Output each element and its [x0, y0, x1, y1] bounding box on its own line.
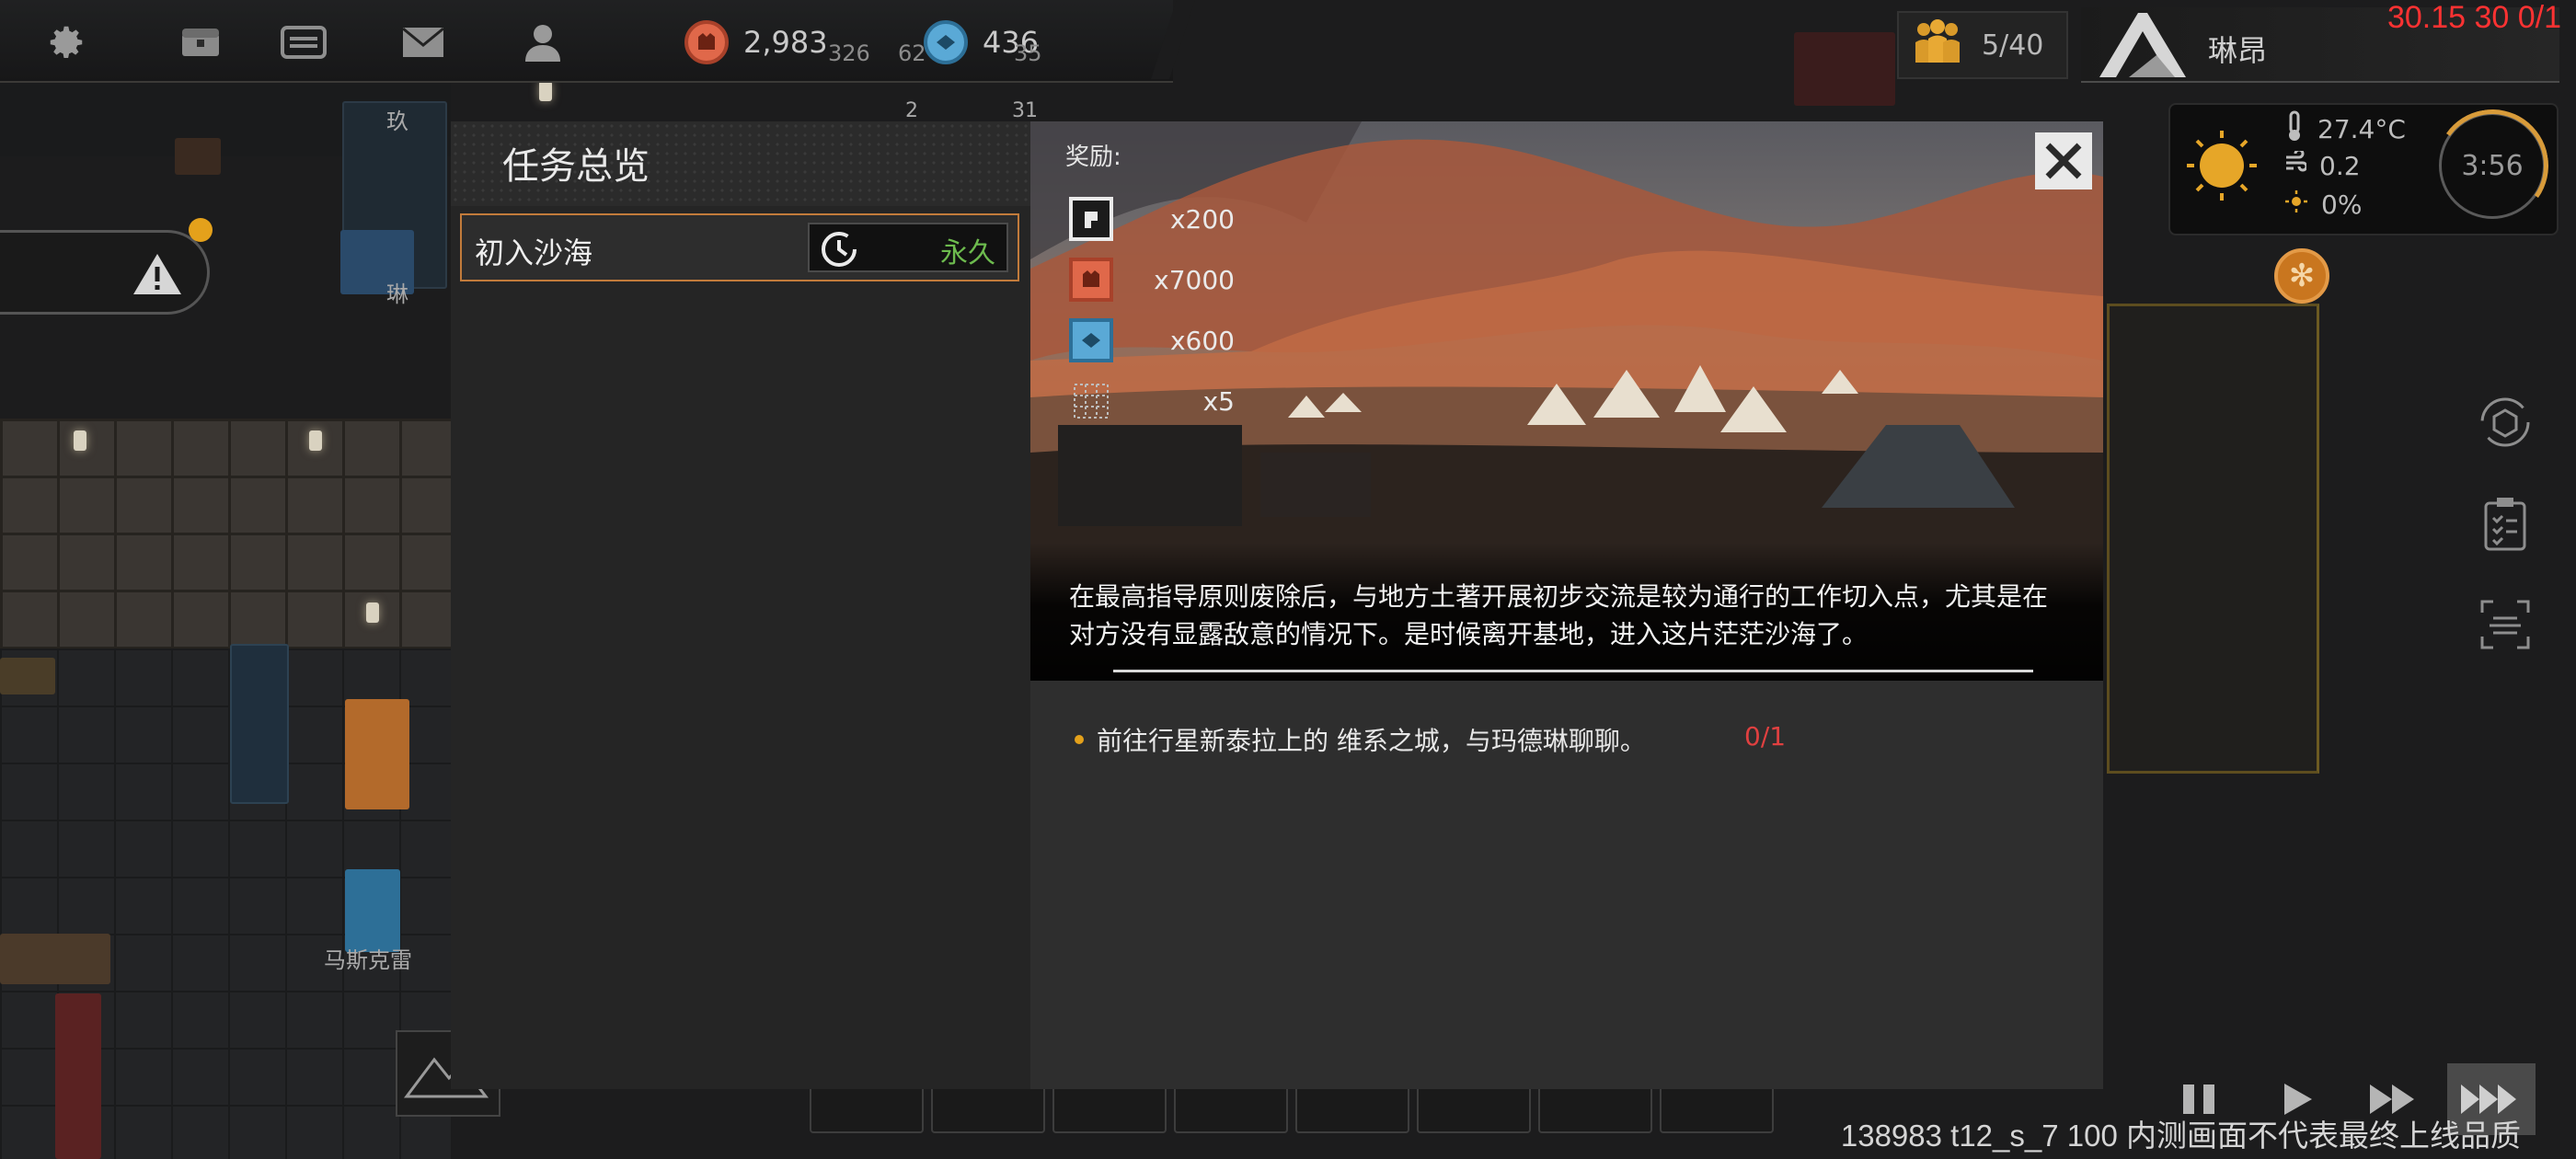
sun-icon — [2183, 127, 2260, 204]
day-clock[interactable]: 3:56 — [2439, 112, 2546, 219]
clock-time: 3:56 — [2461, 149, 2524, 182]
resource-delta: 62 — [898, 40, 926, 66]
clipboard-icon[interactable] — [2477, 495, 2534, 552]
reward-amount: x5 — [1202, 385, 1235, 417]
notification-dot — [189, 218, 213, 242]
chat-icon[interactable] — [280, 18, 328, 66]
alert-button[interactable] — [0, 218, 213, 315]
scan-icon[interactable] — [2477, 596, 2534, 653]
population-value: 5/40 — [1982, 29, 2044, 62]
blue-resource-icon — [1069, 318, 1113, 362]
quest-list-item[interactable]: 初入沙海 永久 — [460, 213, 1019, 281]
quest-dialog: 任务总览 初入沙海 永久 奖励: x200 x7000 x600 x5 在最高指… — [451, 121, 2103, 1089]
temperature-value: 27.4°C — [2317, 114, 2406, 144]
light-value: 0% — [2321, 189, 2363, 220]
wind-icon — [2284, 148, 2308, 181]
wind-value: 0.2 — [2319, 151, 2361, 181]
warning-icon — [132, 251, 183, 301]
thermometer-icon — [2284, 110, 2305, 148]
blue-resource-icon — [924, 20, 968, 64]
divider — [1113, 670, 2033, 672]
chest-icon[interactable] — [177, 18, 224, 66]
quest-timer: 永久 — [808, 223, 1008, 272]
map-room-label: 2 — [905, 99, 918, 122]
reward-amount: x600 — [1169, 325, 1235, 356]
orange-resource-counter[interactable]: 2,983 — [684, 20, 828, 64]
quest-panel-title: 任务总览 — [502, 145, 650, 188]
reward-item[interactable]: x5 — [1069, 377, 1235, 425]
debug-readout: 30.15 30 0/1 — [2386, 0, 2561, 35]
orange-resource-icon — [684, 20, 729, 64]
map-room-label: 31 — [1012, 99, 1038, 122]
mail-icon[interactable] — [399, 18, 447, 66]
snowflake-icon[interactable]: ✻ — [2274, 248, 2329, 304]
quest-duration: 永久 — [940, 237, 995, 270]
quest-objective: 前往行星新泰拉上的 维系之城，与玛德琳聊聊。 — [1075, 721, 1646, 758]
quest-list-panel: 任务总览 初入沙海 永久 — [451, 121, 1030, 1089]
quest-description-line: 对方没有显露敌意的情况下。是时候离开基地，进入这片茫茫沙海了。 — [1069, 619, 1869, 649]
orange-resource-value: 2,983 — [743, 25, 828, 60]
grid-item-icon — [1069, 379, 1113, 423]
faction-logo-icon — [2092, 9, 2193, 83]
player-name: 琳昂 — [2208, 33, 2268, 68]
gear-icon[interactable] — [42, 18, 90, 66]
reward-item[interactable]: x7000 — [1069, 256, 1235, 304]
light-icon — [2284, 189, 2308, 220]
blue-resource-delta: 35 — [1014, 40, 1042, 66]
build-watermark: 138983 t12_s_7 100 内测画面不代表最终上线品质 — [1840, 1119, 2521, 1153]
quest-name: 初入沙海 — [475, 235, 593, 270]
close-icon — [2045, 143, 2082, 179]
orange-resource-delta: 326 — [828, 40, 870, 66]
map-room-label: 玖 — [386, 109, 408, 134]
people-icon — [1910, 18, 1965, 72]
credit-icon — [1069, 197, 1113, 241]
quest-description: 在最高指导原则废除后，与地方土著开展初步交流是较为通行的工作切入点，尤其是在 对… — [1069, 578, 2072, 653]
quest-detail-panel: 奖励: x200 x7000 x600 x5 在最高指导原则废除后，与地方土著开… — [1030, 121, 2103, 1089]
rewards-label: 奖励: — [1065, 143, 1121, 171]
rotate-cube-icon[interactable] — [2477, 394, 2534, 451]
orange-resource-icon — [1069, 258, 1113, 302]
close-button[interactable] — [2035, 132, 2092, 189]
objective-text: 前往行星新泰拉上的 维系之城，与玛德琳聊聊。 — [1097, 726, 1646, 756]
clock-icon — [819, 229, 859, 273]
reward-item[interactable]: x600 — [1069, 316, 1235, 364]
objective-progress: 0/1 — [1744, 721, 1787, 752]
quest-description-line: 在最高指导原则废除后，与地方土著开展初步交流是较为通行的工作切入点，尤其是在 — [1069, 581, 2049, 612]
reward-amount: x200 — [1169, 203, 1235, 235]
reward-item[interactable]: x200 — [1069, 195, 1235, 243]
weather-panel[interactable]: 27.4°C 0.2 0% 3:56 — [2168, 103, 2559, 235]
map-room-label: 马斯克雷 — [324, 947, 412, 973]
map-room-label: 琳 — [386, 281, 408, 307]
population-counter[interactable]: 5/40 — [1897, 11, 2068, 79]
bullet-icon — [1075, 735, 1084, 744]
reward-amount: x7000 — [1154, 264, 1235, 295]
top-bar: 2,983 326 62 436 35 — [0, 0, 1173, 83]
person-icon[interactable] — [519, 18, 567, 66]
